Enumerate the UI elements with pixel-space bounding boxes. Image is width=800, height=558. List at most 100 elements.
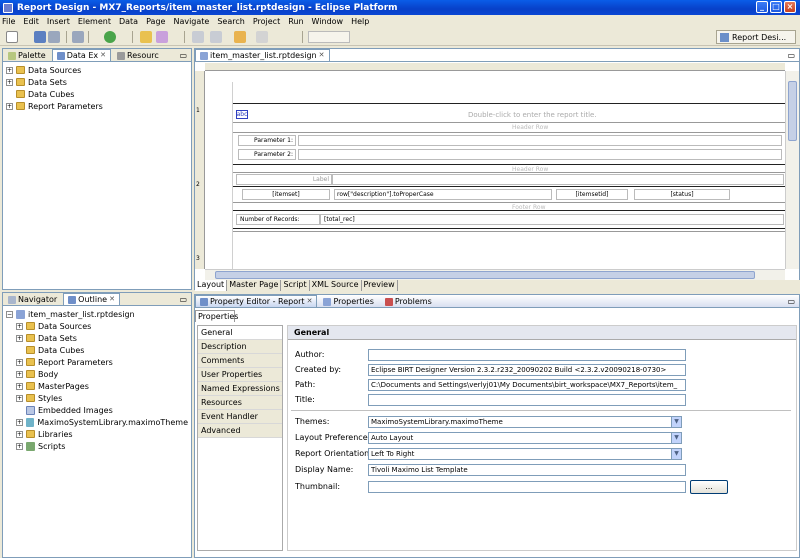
scroll-thumb[interactable] bbox=[788, 81, 797, 141]
report-canvas[interactable]: abc Double-click to enter the report tit… bbox=[206, 72, 785, 269]
detail-cell-itemsetid[interactable]: [itemsetid] bbox=[556, 189, 628, 200]
menu-element[interactable]: Element bbox=[78, 17, 111, 26]
properties-subtab[interactable]: Properties bbox=[195, 310, 238, 322]
tab-outline[interactable]: Outline ✕ bbox=[63, 293, 120, 305]
chevron-down-icon[interactable]: ▼ bbox=[671, 417, 681, 427]
zoom-combo[interactable] bbox=[308, 31, 350, 43]
close-tab-icon[interactable]: ✕ bbox=[100, 50, 106, 61]
tab-item-master-list[interactable]: item_master_list.rptdesign ✕ bbox=[195, 49, 330, 61]
tab-resources[interactable]: Resourc bbox=[112, 49, 164, 61]
tab-data-explorer[interactable]: Data Ex ✕ bbox=[51, 49, 112, 61]
nav-event-handler[interactable]: Event Handler bbox=[198, 410, 282, 424]
menu-page[interactable]: Page bbox=[146, 17, 165, 26]
outline-item-theme[interactable]: + MaximoSystemLibrary.maximoTheme bbox=[6, 416, 188, 428]
menu-window[interactable]: Window bbox=[312, 17, 344, 26]
chevron-down-icon[interactable]: ▼ bbox=[671, 449, 681, 459]
tree-item-data-sets[interactable]: + Data Sets bbox=[6, 76, 188, 88]
nav-advanced[interactable]: Advanced bbox=[198, 424, 282, 438]
path-field[interactable]: C:\Documents and Settings\verlyj01\My Do… bbox=[368, 379, 686, 391]
back-arrow-icon[interactable] bbox=[234, 31, 246, 43]
nav-prev-icon[interactable] bbox=[210, 31, 222, 43]
expand-icon[interactable]: + bbox=[16, 394, 23, 402]
parameter-1-value[interactable] bbox=[298, 135, 782, 146]
created-by-field[interactable]: Eclipse BIRT Designer Version 2.3.2.r232… bbox=[368, 364, 686, 376]
tab-preview[interactable]: Preview bbox=[362, 280, 398, 291]
forward-arrow-icon[interactable] bbox=[256, 31, 268, 43]
thumbnail-field[interactable] bbox=[368, 481, 686, 493]
tree-item-data-cubes[interactable]: Data Cubes bbox=[6, 88, 188, 100]
close-tab-icon[interactable]: ✕ bbox=[319, 50, 325, 61]
tree-item-root[interactable]: − item_master_list.rptdesign bbox=[6, 308, 188, 320]
run-icon[interactable] bbox=[104, 31, 116, 43]
close-tab-icon[interactable]: ✕ bbox=[307, 296, 313, 307]
expand-icon[interactable]: + bbox=[16, 430, 23, 438]
expand-icon[interactable]: + bbox=[16, 370, 23, 378]
tab-layout[interactable]: Layout bbox=[195, 280, 228, 291]
detail-cell-description[interactable]: row["description"].toProperCase bbox=[334, 189, 552, 200]
tab-master-page[interactable]: Master Page bbox=[227, 280, 282, 291]
minimize-view-icon[interactable]: ▭ bbox=[179, 295, 187, 304]
editor-horizontal-scrollbar[interactable] bbox=[205, 269, 785, 280]
menu-help[interactable]: Help bbox=[351, 17, 369, 26]
label-cell[interactable]: Label bbox=[236, 174, 332, 185]
scroll-thumb[interactable] bbox=[215, 271, 755, 279]
tab-navigator[interactable]: Navigator bbox=[3, 293, 62, 305]
tab-script[interactable]: Script bbox=[281, 280, 310, 291]
chevron-down-icon[interactable]: ▼ bbox=[671, 433, 681, 443]
outline-item-data-sets[interactable]: + Data Sets bbox=[6, 332, 188, 344]
total-records-value[interactable]: [total_rec] bbox=[320, 214, 784, 225]
nav-general[interactable]: General bbox=[198, 326, 282, 340]
thumbnail-browse-button[interactable]: ... bbox=[690, 480, 728, 494]
header-cell-group[interactable] bbox=[332, 174, 784, 185]
expand-icon[interactable]: + bbox=[6, 78, 13, 86]
parameter-2-value[interactable] bbox=[298, 149, 782, 160]
expand-icon[interactable]: + bbox=[16, 442, 23, 450]
report-title-label-marker[interactable]: abc bbox=[236, 110, 248, 119]
detail-cell-itemset[interactable]: [itemset] bbox=[242, 189, 330, 200]
tab-palette[interactable]: Palette bbox=[3, 49, 51, 61]
nav-named-expressions[interactable]: Named Expressions bbox=[198, 382, 282, 396]
minimize-button[interactable]: _ bbox=[756, 1, 768, 13]
outline-item-scripts[interactable]: + Scripts bbox=[6, 440, 188, 452]
expand-icon[interactable]: + bbox=[16, 334, 23, 342]
expand-icon[interactable]: + bbox=[6, 66, 13, 74]
tree-item-report-parameters[interactable]: + Report Parameters bbox=[6, 100, 188, 112]
save-all-icon[interactable] bbox=[48, 31, 60, 43]
perspective-switcher[interactable]: Report Desi... bbox=[716, 30, 796, 44]
outline-item-data-cubes[interactable]: Data Cubes bbox=[6, 344, 188, 356]
outline-item-masterpages[interactable]: + MasterPages bbox=[6, 380, 188, 392]
number-of-records-label[interactable]: Number of Records: bbox=[236, 214, 320, 225]
menu-search[interactable]: Search bbox=[217, 17, 244, 26]
parameter-1-label[interactable]: Parameter 1: bbox=[238, 135, 296, 146]
menu-insert[interactable]: Insert bbox=[47, 17, 70, 26]
print-icon[interactable] bbox=[72, 31, 84, 43]
outline-item-libraries[interactable]: + Libraries bbox=[6, 428, 188, 440]
tree-item-data-sources[interactable]: + Data Sources bbox=[6, 64, 188, 76]
themes-select[interactable]: MaximoSystemLibrary.maximoTheme ▼ bbox=[368, 416, 682, 428]
report-title-placeholder[interactable]: Double-click to enter the report title. bbox=[468, 111, 597, 119]
save-icon[interactable] bbox=[34, 31, 46, 43]
expand-icon[interactable]: + bbox=[16, 322, 23, 330]
report-orientation-select[interactable]: Left To Right ▼ bbox=[368, 448, 682, 460]
author-field[interactable] bbox=[368, 349, 686, 361]
outline-item-styles[interactable]: + Styles bbox=[6, 392, 188, 404]
minimize-view-icon[interactable]: ▭ bbox=[179, 51, 187, 60]
menu-edit[interactable]: Edit bbox=[23, 17, 39, 26]
maximize-button[interactable]: □ bbox=[770, 1, 782, 13]
tab-problems[interactable]: Problems bbox=[380, 295, 437, 307]
menu-navigate[interactable]: Navigate bbox=[173, 17, 209, 26]
new-icon[interactable] bbox=[6, 31, 18, 43]
menu-data[interactable]: Data bbox=[119, 17, 138, 26]
outline-item-report-parameters[interactable]: + Report Parameters bbox=[6, 356, 188, 368]
nav-user-properties[interactable]: User Properties bbox=[198, 368, 282, 382]
tab-property-editor[interactable]: Property Editor - Report ✕ bbox=[195, 295, 318, 307]
layout-preference-select[interactable]: Auto Layout ▼ bbox=[368, 432, 682, 444]
expand-icon[interactable]: + bbox=[16, 358, 23, 366]
nav-next-icon[interactable] bbox=[192, 31, 204, 43]
nav-comments[interactable]: Comments bbox=[198, 354, 282, 368]
outline-item-embedded-images[interactable]: Embedded Images bbox=[6, 404, 188, 416]
expand-icon[interactable]: + bbox=[6, 102, 13, 110]
editor-vertical-scrollbar[interactable] bbox=[785, 71, 799, 269]
tab-xml-source[interactable]: XML Source bbox=[310, 280, 362, 291]
display-name-field[interactable]: Tivoli Maximo List Template bbox=[368, 464, 686, 476]
